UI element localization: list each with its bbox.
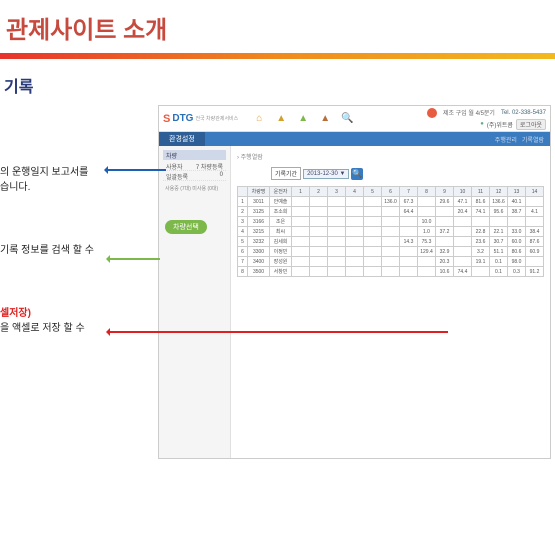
logo[interactable]: S DTG 전국 차량관제서비스: [163, 113, 238, 125]
app-header: S DTG 전국 차량관제서비스 ⌂ ▲ ▲ ▲ 🔍 제조 구입 월 4/5분기…: [159, 106, 550, 132]
nav-icons: ⌂ ▲ ▲ ▲ 🔍: [252, 112, 354, 126]
table-row[interactable]: 63300이정민129.432.93.251.180.660.9: [238, 247, 544, 257]
table-header-row: 차량명운전자1234567891011121314: [238, 187, 544, 197]
col-header: 14: [526, 187, 544, 197]
col-header: 6: [382, 187, 400, 197]
tel: Tel. 02-338-5437: [501, 110, 546, 116]
search-bar: 기록기간 2013-12-30 ▼ 🔍: [271, 167, 544, 180]
col-header: 5: [364, 187, 382, 197]
table-row[interactable]: 33166조은10.0: [238, 217, 544, 227]
table-row[interactable]: 43215최씨1.037.222.822.133.038.4: [238, 227, 544, 237]
table-row[interactable]: 83500서창민10.674.40.10.391.2: [238, 267, 544, 277]
sidebar: 차량 사용자7 차량등록 일괄등록0 사용중 (7대) 미사용 (0대) 차량선…: [159, 146, 231, 458]
col-header: [238, 187, 248, 197]
table-row[interactable]: 23125조소희64.420.474.195.638.74.1: [238, 207, 544, 217]
col-header: 3: [328, 187, 346, 197]
sidebar-status: 사용중 (7대) 미사용 (0대): [163, 185, 226, 192]
app-window: S DTG 전국 차량관제서비스 ⌂ ▲ ▲ ▲ 🔍 제조 구입 월 4/5분기…: [158, 105, 551, 459]
alert-icon: [427, 108, 437, 118]
vehicle-select-button[interactable]: 차량선택: [165, 220, 207, 234]
header-info: 제조 구입 월 4/5분기: [443, 108, 495, 117]
col-header: 7: [400, 187, 418, 197]
sidebar-row-user[interactable]: 사용자7 차량등록: [163, 161, 226, 171]
col-header: 2: [310, 187, 328, 197]
col-header: 9: [436, 187, 454, 197]
col-header: 13: [508, 187, 526, 197]
data-table: 차량명운전자1234567891011121314 13011안예솔136.06…: [237, 186, 544, 277]
home-icon[interactable]: ⌂: [252, 112, 266, 126]
search-button[interactable]: 🔍: [351, 168, 363, 180]
breadcrumb-right: 주행관리 기록열람: [495, 135, 550, 144]
note-2: 기록 정보를 검색 할 수: [0, 243, 150, 258]
annotation-column: 의 운행일지 보고서를 습니다. 기록 정보를 검색 할 수 셀저장) 을 액셀…: [0, 105, 150, 459]
table-row[interactable]: 73400장성원20.319.10.198.0: [238, 257, 544, 267]
table-row[interactable]: 13011안예솔136.067.329.647.181.6136.640.1: [238, 197, 544, 207]
excel-save-label: 셀저장): [0, 306, 150, 321]
sidebar-row-batch[interactable]: 일괄등록0: [163, 171, 226, 181]
col-header: 11: [472, 187, 490, 197]
date-picker[interactable]: 2013-12-30 ▼: [303, 169, 349, 179]
user-icon[interactable]: ▲: [274, 112, 288, 126]
search-nav-icon[interactable]: 🔍: [340, 112, 354, 126]
arrow-green: [108, 258, 160, 260]
col-header: 차량명: [248, 187, 270, 197]
logout-button[interactable]: 로그아웃: [516, 119, 546, 130]
main-panel: › 주행열람 기록기간 2013-12-30 ▼ 🔍 차량명운전자1234567…: [231, 146, 550, 458]
tab-env[interactable]: 환경설정: [159, 132, 205, 146]
col-header: 8: [418, 187, 436, 197]
section-title: 기록: [0, 59, 555, 101]
sidebar-header: 차량: [163, 150, 226, 160]
report-icon[interactable]: ▲: [318, 112, 332, 126]
table-row[interactable]: 53232김세희14.375.323.630.760.087.6: [238, 237, 544, 247]
sub-header: 환경설정 주행관리 기록열람: [159, 132, 550, 146]
slide-title: 관제사이트 소개: [0, 0, 555, 53]
col-header: 1: [292, 187, 310, 197]
stats-icon[interactable]: ▲: [296, 112, 310, 126]
col-header: 4: [346, 187, 364, 197]
table-body: 13011안예솔136.067.329.647.181.6136.640.123…: [238, 197, 544, 277]
search-label: 기록기간: [271, 167, 301, 180]
arrow-blue: [106, 169, 166, 171]
col-header: 12: [490, 187, 508, 197]
breadcrumb: › 주행열람: [237, 152, 544, 161]
col-header: 운전자: [270, 187, 292, 197]
col-header: 10: [454, 187, 472, 197]
company: (주)위트콤: [487, 120, 513, 129]
